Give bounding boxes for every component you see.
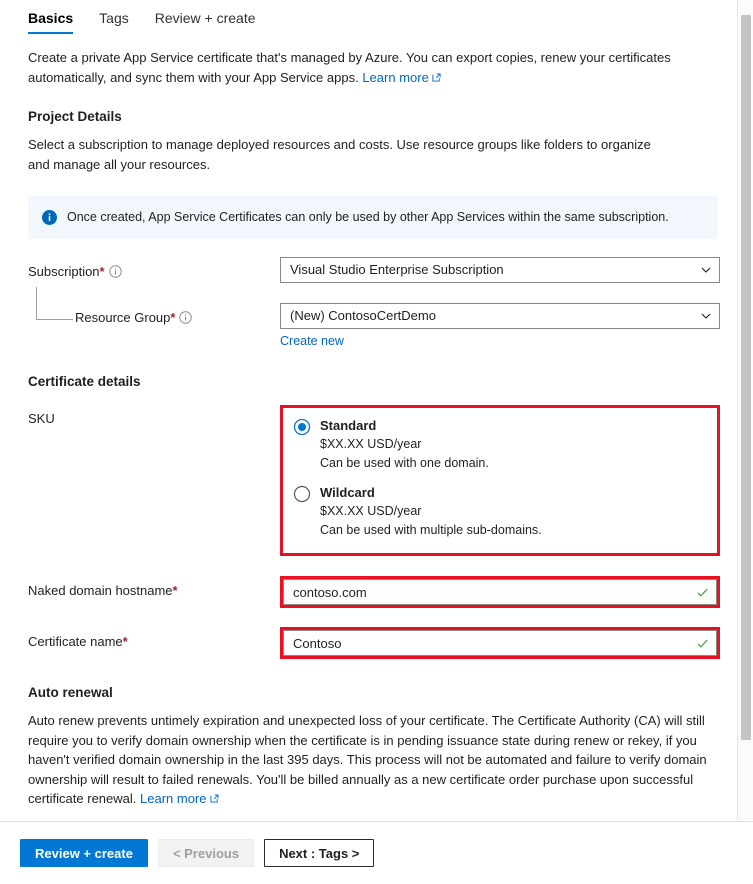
subscription-info-tooltip-icon[interactable] <box>109 261 122 274</box>
certificate-details-heading: Certificate details <box>28 374 732 389</box>
resource-group-label-text: Resource Group <box>75 310 170 325</box>
previous-button[interactable]: < Previous <box>158 839 254 867</box>
info-icon <box>42 210 57 225</box>
certificate-name-label-text: Certificate name <box>28 634 123 649</box>
resource-group-required-marker: * <box>170 310 175 325</box>
sku-label-text: SKU <box>28 411 55 426</box>
intro-learn-more-link[interactable]: Learn more <box>362 70 440 85</box>
form-scroll-area: Basics Tags Review + create Create a pri… <box>0 0 753 821</box>
info-banner-text: Once created, App Service Certificates c… <box>67 209 669 226</box>
scrollbar-thumb[interactable] <box>741 15 751 740</box>
create-new-wrap: Create new <box>280 334 720 348</box>
tab-basics-label: Basics <box>28 10 73 26</box>
external-link-icon <box>432 68 441 77</box>
tree-connector-line <box>36 287 73 320</box>
naked-domain-required-marker: * <box>173 583 178 598</box>
subscription-info-banner: Once created, App Service Certificates c… <box>28 196 718 239</box>
naked-domain-row: Naked domain hostname* <box>28 576 732 608</box>
intro-text: Create a private App Service certificate… <box>28 48 678 87</box>
resource-group-select-wrap: (New) ContosoCertDemo <box>280 303 720 329</box>
sku-option-standard[interactable]: Standard $XX.XX USD/year Can be used wit… <box>293 417 707 472</box>
tab-review-create-label: Review + create <box>155 10 256 26</box>
certificate-name-input-wrap <box>283 630 717 656</box>
subscription-select-wrap: Visual Studio Enterprise Subscription <box>280 257 720 283</box>
sku-wildcard-description: Can be used with multiple sub-domains. <box>320 522 542 539</box>
sku-wildcard-title: Wildcard <box>320 484 542 501</box>
naked-domain-input-wrap <box>283 579 717 605</box>
naked-domain-field <box>280 576 720 608</box>
radio-standard-icon[interactable] <box>293 418 311 436</box>
project-details-heading: Project Details <box>28 109 732 124</box>
certificate-name-required-marker: * <box>123 634 128 649</box>
sku-wildcard-texts: Wildcard $XX.XX USD/year Can be used wit… <box>320 484 542 539</box>
naked-domain-highlight-box <box>280 576 720 608</box>
review-create-button[interactable]: Review + create <box>20 839 148 867</box>
sku-row: SKU Standard $XX.XX USD/year Can be used… <box>28 405 732 556</box>
tab-tags-label: Tags <box>99 10 129 26</box>
wizard-footer: Review + create < Previous Next : Tags > <box>0 821 753 884</box>
sku-standard-texts: Standard $XX.XX USD/year Can be used wit… <box>320 417 489 472</box>
certificate-name-label: Certificate name* <box>28 627 280 655</box>
certificate-name-field <box>280 627 720 659</box>
radio-wildcard-icon[interactable] <box>293 485 311 503</box>
vertical-scrollbar[interactable] <box>737 0 753 820</box>
auto-renewal-learn-more-link[interactable]: Learn more <box>140 791 218 806</box>
basics-form: Basics Tags Review + create Create a pri… <box>0 0 732 821</box>
subscription-select[interactable]: Visual Studio Enterprise Subscription <box>280 257 720 283</box>
sku-label: SKU <box>28 405 280 429</box>
sku-standard-title: Standard <box>320 417 489 434</box>
auto-renewal-learn-more-label: Learn more <box>140 791 206 806</box>
subscription-label-text: Subscription <box>28 264 100 279</box>
intro-learn-more-label: Learn more <box>362 70 428 85</box>
external-link-icon <box>210 789 219 798</box>
naked-domain-label-text: Naked domain hostname <box>28 583 173 598</box>
project-details-description: Select a subscription to manage deployed… <box>28 135 676 174</box>
sku-wildcard-price: $XX.XX USD/year <box>320 503 542 520</box>
resource-group-field: (New) ContosoCertDemo Create new <box>280 303 720 348</box>
certificate-name-highlight-box <box>280 627 720 659</box>
subscription-required-marker: * <box>100 264 105 279</box>
sku-standard-description: Can be used with one domain. <box>320 455 489 472</box>
create-new-resource-group-link[interactable]: Create new <box>280 334 344 348</box>
tab-basics[interactable]: Basics <box>28 9 73 34</box>
certificate-name-row: Certificate name* <box>28 627 732 659</box>
subscription-field: Visual Studio Enterprise Subscription <box>280 257 720 283</box>
subscription-row: Subscription* Visual Studio Enterprise S… <box>28 257 732 285</box>
naked-domain-input[interactable] <box>284 580 716 604</box>
auto-renewal-description-wrap: Auto renew prevents untimely expiration … <box>28 711 712 809</box>
naked-domain-label: Naked domain hostname* <box>28 576 280 604</box>
auto-renewal-heading: Auto renewal <box>28 685 732 700</box>
resource-group-label: Resource Group* <box>28 303 280 331</box>
subscription-label: Subscription* <box>28 257 280 285</box>
resource-group-info-tooltip-icon[interactable] <box>179 307 192 320</box>
tab-tags[interactable]: Tags <box>99 9 129 34</box>
certificate-name-input[interactable] <box>284 631 716 655</box>
wizard-tabs: Basics Tags Review + create <box>28 0 732 34</box>
intro-description: Create a private App Service certificate… <box>28 50 671 85</box>
sku-options-highlight-box: Standard $XX.XX USD/year Can be used wit… <box>280 405 720 556</box>
sku-option-wildcard[interactable]: Wildcard $XX.XX USD/year Can be used wit… <box>293 484 707 539</box>
next-tags-button[interactable]: Next : Tags > <box>264 839 374 867</box>
auto-renewal-description: Auto renew prevents untimely expiration … <box>28 713 707 806</box>
resource-group-row: Resource Group* (New) ContosoCertDemo Cr… <box>28 303 732 348</box>
sku-standard-price: $XX.XX USD/year <box>320 436 489 453</box>
tab-review-create[interactable]: Review + create <box>155 9 256 34</box>
resource-group-select[interactable]: (New) ContosoCertDemo <box>280 303 720 329</box>
